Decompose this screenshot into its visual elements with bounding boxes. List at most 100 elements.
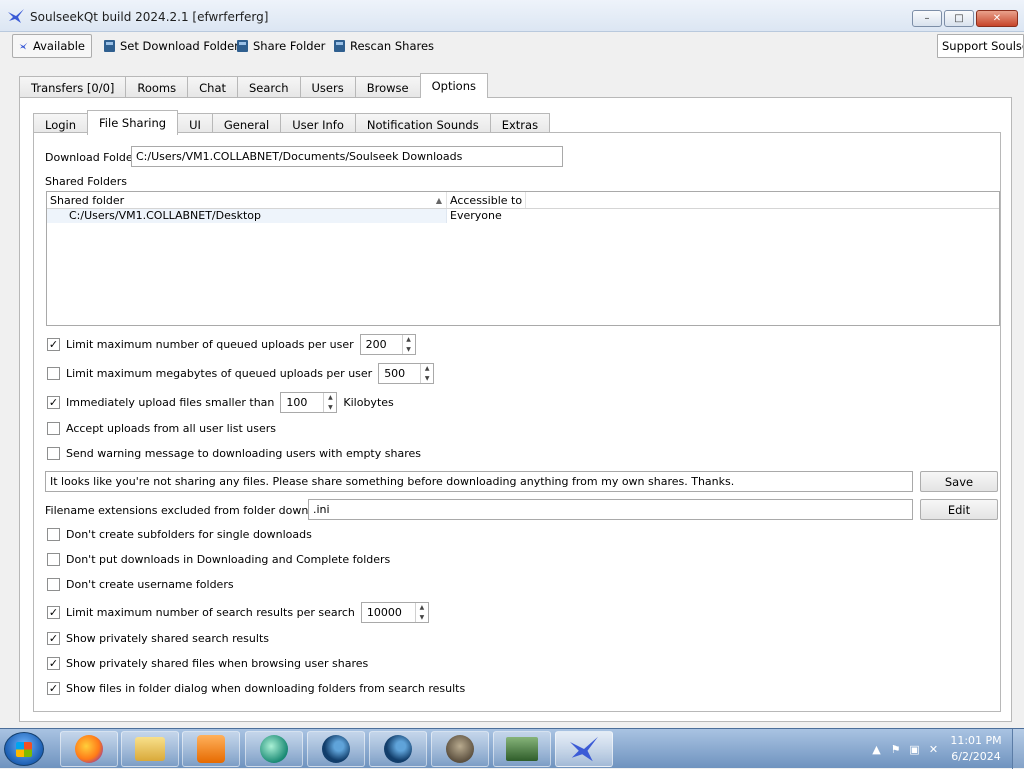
gimp-icon (446, 735, 474, 763)
spin-down-icon[interactable]: ▼ (324, 403, 336, 413)
accept-user-list-label: Accept uploads from all user list users (66, 422, 276, 435)
show-folder-dialog-label: Show files in folder dialog when downloa… (66, 682, 466, 695)
system-tray: ▲ ⚑ ▣ ✕ 11:01 PM 6/2/2024 (870, 729, 1024, 769)
spinbox-value: 500 (384, 367, 406, 380)
sort-up-icon: ▲ (435, 196, 442, 205)
download-folder-label: Download Folder (45, 151, 138, 164)
accessible-to-cell: Everyone (450, 209, 502, 222)
taskbar-firefox[interactable] (60, 731, 118, 767)
taskbar-app-green[interactable] (245, 731, 303, 767)
share-folder-button[interactable]: Share Folder (231, 34, 331, 58)
no-downloading-folders-checkbox[interactable] (47, 553, 60, 566)
spin-up-icon[interactable]: ▲ (403, 335, 415, 345)
spin-up-icon[interactable]: ▲ (324, 393, 336, 403)
show-private-search-checkbox[interactable]: ✓ (47, 632, 60, 645)
start-button[interactable] (4, 732, 44, 766)
shared-folders-label: Shared Folders (45, 175, 127, 188)
spin-down-icon[interactable]: ▼ (403, 345, 415, 355)
tab-browse[interactable]: Browse (354, 76, 421, 98)
tab-options[interactable]: Options (419, 73, 488, 98)
tab-search[interactable]: Search (237, 76, 301, 98)
title-bar: SoulseekQt build 2024.2.1 [efwrferferg] … (0, 0, 1024, 32)
no-username-folders-checkbox[interactable] (47, 578, 60, 591)
set-download-folder-button[interactable]: Set Download Folder (98, 34, 245, 58)
show-folder-dialog-checkbox[interactable]: ✓ (47, 682, 60, 695)
send-warning-checkbox[interactable] (47, 447, 60, 460)
media-player-icon (197, 735, 225, 763)
subtab-file-sharing[interactable]: File Sharing (87, 110, 179, 135)
soulseek-bird-icon (19, 42, 28, 50)
limit-search-results-checkbox[interactable]: ✓ (47, 606, 60, 619)
flag-icon[interactable]: ⚑ (889, 743, 902, 756)
firefox-icon (75, 735, 103, 763)
spin-up-icon[interactable]: ▲ (416, 603, 428, 613)
no-username-folders-label: Don't create username folders (66, 578, 234, 591)
kilobytes-label: Kilobytes (343, 396, 394, 409)
maximize-button[interactable]: □ (944, 10, 974, 27)
accept-user-list-checkbox[interactable] (47, 422, 60, 435)
limit-queued-uploads-checkbox[interactable]: ✓ (47, 338, 60, 351)
minimize-button[interactable]: – (912, 10, 942, 27)
taskbar-soulseek[interactable] (555, 731, 613, 767)
taskbar-terminal[interactable] (493, 731, 551, 767)
share-folder-label: Share Folder (253, 39, 326, 53)
limit-queued-megabytes-row: Limit maximum megabytes of queued upload… (47, 363, 435, 384)
taskbar-steam[interactable] (307, 731, 365, 767)
limit-queued-megabytes-checkbox[interactable] (47, 367, 60, 380)
show-private-browse-checkbox[interactable]: ✓ (47, 657, 60, 670)
available-status-button[interactable]: Available (12, 34, 92, 58)
edit-button[interactable]: Edit (920, 499, 998, 520)
download-folder-input[interactable]: C:/Users/VM1.COLLABNET/Documents/Soulsee… (131, 146, 563, 167)
rescan-shares-button[interactable]: Rescan Shares (328, 34, 440, 58)
shared-folders-table[interactable]: Shared folder ▲ Accessible to C:/Users/V… (46, 191, 1000, 326)
available-label: Available (32, 39, 85, 53)
table-row[interactable]: C:/Users/VM1.COLLABNET/Desktop Everyone (47, 209, 999, 223)
save-button[interactable]: Save (920, 471, 998, 492)
steam-icon (384, 735, 412, 763)
warning-message-input[interactable]: It looks like you're not sharing any fil… (45, 471, 913, 492)
send-warning-row: Send warning message to downloading user… (47, 447, 421, 460)
immediate-upload-spinbox[interactable]: 100 ▲ ▼ (280, 392, 338, 413)
immediate-upload-checkbox[interactable]: ✓ (47, 396, 60, 409)
taskbar-steam-2[interactable] (369, 731, 427, 767)
tab-rooms[interactable]: Rooms (125, 76, 189, 98)
tab-users[interactable]: Users (299, 76, 356, 98)
app-globe-icon (260, 735, 288, 763)
spin-down-icon[interactable]: ▼ (421, 374, 433, 384)
show-hidden-icons-icon[interactable]: ▲ (870, 743, 883, 756)
window-title: SoulseekQt build 2024.2.1 [efwrferferg] (30, 10, 269, 24)
folder-icon (237, 40, 248, 52)
clock[interactable]: 11:01 PM 6/2/2024 (946, 733, 1006, 765)
network-icon[interactable]: ▣ (908, 743, 921, 756)
volume-muted-icon[interactable]: ✕ (927, 743, 940, 756)
no-subfolders-checkbox[interactable] (47, 528, 60, 541)
excluded-extensions-label: Filename extensions excluded from folder… (45, 504, 342, 517)
send-warning-label: Send warning message to downloading user… (66, 447, 421, 460)
show-private-browse-label: Show privately shared files when browsin… (66, 657, 369, 670)
taskbar: ▲ ⚑ ▣ ✕ 11:01 PM 6/2/2024 (0, 728, 1024, 769)
spin-down-icon[interactable]: ▼ (416, 613, 428, 623)
column-header-accessible-to[interactable]: Accessible to (447, 192, 527, 208)
column-header-shared-folder[interactable]: Shared folder ▲ (47, 192, 447, 208)
tab-transfers[interactable]: Transfers [0/0] (19, 76, 127, 98)
main-tab-bar: Transfers [0/0] Rooms Chat Search Users … (19, 73, 488, 98)
tab-chat[interactable]: Chat (187, 76, 238, 98)
excluded-extensions-input[interactable]: .ini (308, 499, 913, 520)
show-desktop-button[interactable] (1012, 729, 1024, 769)
folder-icon (104, 40, 115, 52)
soulseek-bird-icon (8, 9, 24, 23)
table-header: Shared folder ▲ Accessible to (47, 192, 999, 209)
queued-uploads-spinbox[interactable]: 200 ▲ ▼ (359, 334, 416, 355)
queued-megabytes-spinbox[interactable]: 500 ▲ ▼ (378, 363, 435, 384)
close-button[interactable]: ✕ (976, 10, 1018, 27)
folder-icon (334, 40, 345, 52)
limit-queued-uploads-label: Limit maximum number of queued uploads p… (66, 338, 354, 351)
spin-up-icon[interactable]: ▲ (421, 364, 433, 374)
support-soulseek-button[interactable]: Support Soulseek (937, 34, 1024, 58)
rescan-shares-label: Rescan Shares (350, 39, 435, 53)
taskbar-file-explorer[interactable] (121, 731, 179, 767)
taskbar-gimp[interactable] (431, 731, 489, 767)
no-downloading-folders-row: Don't put downloads in Downloading and C… (47, 553, 390, 566)
search-results-spinbox[interactable]: 10000 ▲ ▼ (360, 602, 429, 623)
taskbar-media-player[interactable] (182, 731, 240, 767)
